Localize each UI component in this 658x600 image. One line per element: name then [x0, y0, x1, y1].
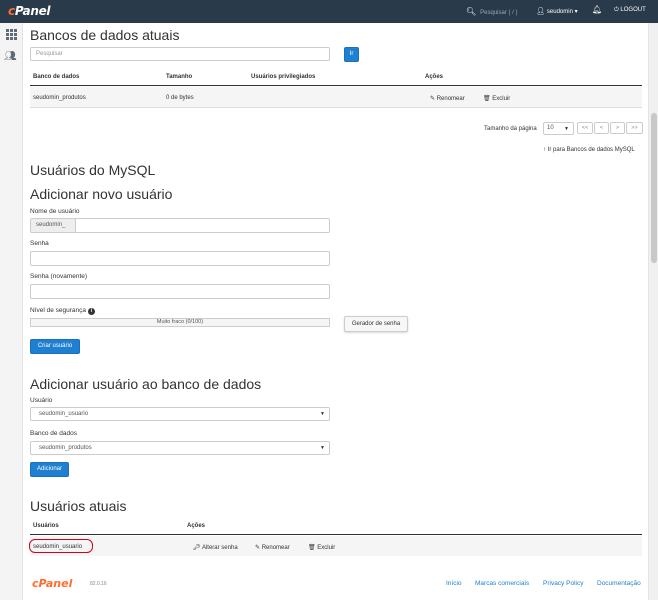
mysql-users-title: Usuários do MySQL: [30, 162, 156, 178]
strength-meter: Muito fraco (0/100): [30, 318, 330, 327]
password-field[interactable]: [30, 251, 330, 266]
page-size-select[interactable]: 10 ▼: [543, 122, 574, 135]
info-icon[interactable]: i: [87, 308, 95, 315]
databases-title: Bancos de dados atuais: [30, 27, 180, 43]
current-users-title: Usuários atuais: [30, 498, 127, 514]
logout-label: LOGOUT: [620, 7, 646, 13]
pager-last[interactable]: >>: [626, 122, 643, 134]
trash-icon: 🗑︎: [308, 545, 316, 551]
go-to-databases-label: Ir para Bancos de dados MySQL: [547, 147, 635, 153]
table-row: [30, 536, 642, 556]
create-user-button[interactable]: Criar usuário: [30, 339, 80, 354]
db-select[interactable]: seudomin_produtos ▼: [30, 441, 330, 455]
user-menu[interactable]: 👤︎ seudomin ▾: [536, 7, 578, 15]
footer-link-docs[interactable]: Documentação: [597, 580, 641, 587]
username-prefix: seudomin_: [31, 219, 76, 232]
db-search-input[interactable]: Pesquisar: [30, 47, 330, 61]
delete-db-label: Excluir: [492, 96, 511, 102]
user-select-label: Usuário: [30, 397, 53, 404]
username-label: Nome de usuário: [30, 208, 80, 215]
scrollbar-thumb[interactable]: [651, 113, 657, 263]
delete-db-link[interactable]: 🗑︎ Excluir: [483, 95, 510, 102]
pager-first[interactable]: <<: [577, 122, 593, 134]
delete-user-label: Excluir: [317, 545, 336, 551]
user-select[interactable]: seudomin_usuario ▼: [30, 407, 330, 421]
db-size: 0 de bytes: [166, 95, 194, 101]
users-header-divider: [30, 534, 642, 535]
arrow-up-icon: ↑: [543, 147, 546, 153]
username: seudomin: [546, 9, 573, 15]
bell-icon[interactable]: 🔔︎: [592, 5, 602, 14]
pencil-icon: ✎: [430, 96, 436, 102]
db-select-value: seudomin_produtos: [39, 445, 92, 451]
row-divider: [30, 107, 642, 108]
db-select-label: Banco de dados: [30, 430, 77, 437]
strength-label-text: Nível de segurança: [30, 307, 87, 314]
col-actions: Ações: [425, 74, 444, 80]
col-size[interactable]: Tamanho: [166, 74, 192, 80]
footer-link-privacy[interactable]: Privacy Policy: [543, 580, 583, 587]
chevron-down-icon: ▼: [320, 411, 325, 417]
pencil-icon: ✎: [255, 545, 261, 551]
left-rail: 👥︎: [0, 23, 23, 600]
password-generator-button[interactable]: Gerador de senha: [344, 316, 408, 332]
top-search-placeholder: Pesquisar ( / ): [480, 10, 518, 16]
rename-user-label: Renomear: [261, 545, 290, 551]
key-icon: 🔑︎: [193, 545, 201, 551]
page-size-label: Tamanho da página: [484, 126, 537, 132]
pager-next[interactable]: >: [610, 122, 625, 134]
users-icon[interactable]: 👥︎: [4, 51, 19, 62]
delete-user-link[interactable]: 🗑︎ Excluir: [308, 544, 335, 551]
trash-icon: 🗑︎: [483, 96, 491, 102]
username-field[interactable]: seudomin_: [30, 218, 330, 233]
rename-db-link[interactable]: ✎ Renomear: [430, 95, 465, 102]
password-again-field[interactable]: [30, 284, 330, 299]
page-scrollbar[interactable]: [648, 23, 658, 600]
col-user-actions: Ações: [187, 523, 206, 529]
change-password-label: Alterar senha: [201, 545, 238, 551]
page-size-value: 10: [547, 125, 554, 131]
rename-user-link[interactable]: ✎ Renomear: [255, 544, 290, 551]
rename-db-label: Renomear: [436, 96, 465, 102]
password-again-label: Senha (novamente): [30, 273, 88, 280]
change-password-link[interactable]: 🔑︎ Alterar senha: [193, 544, 238, 551]
footer-link-home[interactable]: Início: [446, 580, 462, 587]
user-icon: 👤︎: [536, 8, 545, 15]
user-name: seudomin_usuario: [33, 544, 83, 550]
top-bar: cPanel 🔍︎ Pesquisar ( / ) 👤︎ seudomin ▾ 🔔︎…: [0, 0, 658, 23]
strength-label: Nível de segurança i: [30, 307, 95, 315]
password-label: Senha: [30, 240, 49, 247]
table-header-divider: [30, 85, 642, 86]
col-database[interactable]: Banco de dados: [33, 74, 79, 80]
go-to-databases-link[interactable]: ↑ Ir para Bancos de dados MySQL: [543, 147, 635, 153]
chevron-down-icon: ▾: [574, 9, 578, 15]
search-icon: 🔍︎: [466, 7, 477, 16]
col-users[interactable]: Usuários: [33, 523, 59, 529]
footer-link-trademarks[interactable]: Marcas comerciais: [475, 580, 529, 587]
pager-prev[interactable]: <: [594, 122, 609, 134]
apps-grid-icon[interactable]: [6, 29, 17, 40]
add-user-title: Adicionar novo usuário: [30, 186, 173, 202]
main-content: Bancos de dados atuais Pesquisar Ir Banc…: [23, 23, 648, 600]
add-user-to-db-title: Adicionar usuário ao banco de dados: [30, 376, 262, 392]
top-search[interactable]: 🔍︎ Pesquisar ( / ): [466, 7, 518, 16]
user-select-value: seudomin_usuario: [39, 411, 89, 417]
strength-text: Muito fraco (0/100): [156, 319, 204, 325]
chevron-down-icon: ▼: [564, 126, 569, 132]
db-name: seudomin_produtos: [33, 95, 86, 101]
table-row: [30, 87, 642, 107]
pager: << < > >>: [577, 122, 643, 134]
db-search-button[interactable]: Ir: [344, 47, 359, 62]
logout-icon: ⏻: [614, 7, 619, 13]
logo-text: Panel: [14, 4, 51, 18]
footer-links: Início Marcas comerciais Privacy Policy …: [23, 580, 648, 590]
chevron-down-icon: ▼: [320, 445, 325, 451]
col-privileged-users: Usuários privilegiados: [251, 74, 316, 80]
logout-button[interactable]: ⏻ LOGOUT: [614, 7, 646, 14]
add-user-to-db-button[interactable]: Adicionar: [30, 462, 69, 477]
cpanel-logo[interactable]: cPanel: [8, 4, 51, 18]
